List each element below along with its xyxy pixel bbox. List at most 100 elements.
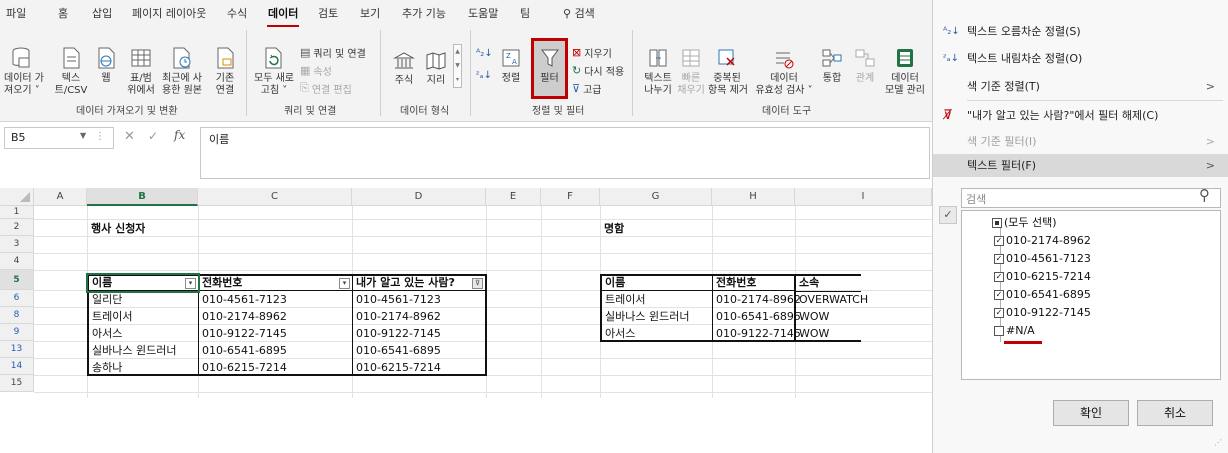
table-cell[interactable]: 아서스 (89, 325, 122, 342)
insert-function-icon[interactable]: fx (174, 128, 185, 142)
table-header-cell[interactable]: 소속 (796, 274, 819, 291)
filter-item[interactable]: ✓ 010-9122-7145 (994, 304, 1091, 322)
table-cell[interactable]: 010-2174-8962 (199, 308, 287, 325)
tab-team[interactable]: 팀 (520, 5, 530, 21)
data-validation-button[interactable]: 데이터 유효성 검사 ˅ (754, 46, 814, 97)
table-cell[interactable]: 010-9122-7145 (713, 325, 801, 342)
filter-active-icon[interactable]: ⊽ (472, 278, 483, 289)
select-all-corner[interactable] (0, 188, 34, 206)
text-to-columns-button[interactable]: 텍스트 나누기 (640, 46, 676, 97)
tab-file[interactable]: 파일 (6, 5, 26, 21)
remove-duplicates-button[interactable]: 중복된 항목 제거 (708, 46, 748, 97)
row-header[interactable]: 6 (0, 290, 34, 307)
table-header-cell[interactable]: 이름 (602, 274, 625, 291)
table-cell[interactable]: 실바나스 윈드러너 (89, 342, 176, 359)
table-header-cell[interactable]: 전화번호 (199, 274, 242, 291)
get-data-button[interactable]: 데이터 가 져오기 ˅ (4, 46, 44, 97)
consolidate-button[interactable]: 통합 (818, 46, 846, 85)
sort-button[interactable]: ZA 정렬 (498, 46, 524, 85)
filter-item[interactable]: ✓ 010-4561-7123 (994, 250, 1091, 268)
filter-button[interactable]: 필터 (531, 38, 568, 99)
menu-sort-descending[interactable]: ᶻₐ↓ 텍스트 내림차순 정렬(O) (933, 47, 1228, 70)
edit-links-button[interactable]: ⎘ 연결 편집 (300, 80, 352, 96)
filter-dropdown-icon[interactable]: ▾ (339, 278, 350, 289)
filter-search-input[interactable]: 검색 (961, 188, 1221, 208)
confirm-entry-icon[interactable]: ✓ (148, 129, 158, 143)
table-cell[interactable]: 아서스 (602, 325, 635, 342)
tab-insert[interactable]: 삽입 (92, 5, 112, 21)
row-header[interactable]: 14 (0, 358, 34, 375)
relationships-button[interactable]: 관계 (852, 46, 878, 85)
data-model-button[interactable]: 데이터 모델 관리 (882, 46, 928, 97)
table-cell[interactable]: 실바나스 윈드러너 (602, 308, 689, 325)
stocks-button[interactable]: 주식 (388, 50, 420, 87)
row-header[interactable]: 13 (0, 341, 34, 358)
table-cell[interactable]: 010-6215-7214 (353, 359, 441, 376)
filter-item-select-all[interactable]: (모두 선택) (992, 214, 1057, 232)
column-header-i[interactable]: I (795, 188, 932, 206)
clear-filter-button[interactable]: ⊠ 지우기 (572, 44, 612, 60)
table-cell[interactable]: 송하나 (89, 359, 122, 376)
column-header-f[interactable]: F (541, 188, 600, 206)
tab-data[interactable]: 데이터 (266, 5, 300, 27)
table-cell[interactable]: OVERWATCH (796, 291, 868, 308)
table-cell[interactable]: 010-6541-6895 (713, 308, 801, 325)
row-header[interactable]: 8 (0, 307, 34, 324)
tab-addins[interactable]: 추가 기능 (402, 5, 446, 21)
data-types-scroll[interactable]: ▲ ▼ ▾ (453, 44, 462, 88)
tab-view[interactable]: 보기 (360, 5, 380, 21)
column-header-g[interactable]: G (600, 188, 712, 206)
advanced-filter-button[interactable]: ⊽ 고급 (572, 80, 601, 96)
tab-home[interactable]: 홈 (58, 5, 68, 21)
row-header[interactable]: 15 (0, 375, 34, 392)
recent-sources-button[interactable]: 최근에 사 용한 원본 (160, 46, 204, 97)
filter-dropdown-icon[interactable]: ▾ (185, 278, 196, 289)
table-cell[interactable]: 일리단 (89, 291, 122, 308)
properties-button[interactable]: ▦ 속성 (300, 62, 332, 78)
cancel-entry-icon[interactable]: ✕ (124, 129, 135, 144)
table-header-cell[interactable]: 전화번호 (713, 274, 756, 291)
table-cell[interactable]: 010-2174-8962 (713, 291, 801, 308)
row-header[interactable]: 3 (0, 236, 34, 253)
tab-page-layout[interactable]: 페이지 레이아웃 (132, 5, 206, 21)
table-header-cell[interactable]: 이름 (89, 274, 112, 291)
table-header-cell[interactable]: 내가 알고 있는 사람? (353, 274, 455, 291)
column-header-d[interactable]: D (352, 188, 486, 206)
from-web-button[interactable]: 웹 (92, 46, 120, 85)
row-header[interactable]: 2 (0, 219, 34, 236)
sort-az-button[interactable]: ᴬ₂↓ (476, 48, 493, 59)
table-cell[interactable]: WOW (796, 325, 829, 342)
sort-za-button[interactable]: ᶻₐ↓ (476, 70, 492, 81)
table-cell[interactable]: 트레이서 (89, 308, 132, 325)
ok-button[interactable]: 확인 (1053, 400, 1129, 426)
title-business-cards[interactable]: 명함 (601, 220, 624, 237)
tab-help[interactable]: 도움말 (468, 5, 498, 21)
refresh-all-button[interactable]: 모두 새로 고침 ˅ (252, 46, 296, 97)
cancel-button[interactable]: 취소 (1137, 400, 1213, 426)
column-header-c[interactable]: C (198, 188, 352, 206)
formula-input[interactable]: 이름 (200, 127, 930, 179)
text-csv-button[interactable]: 텍스 트/CSV (54, 46, 88, 97)
table-cell[interactable]: 010-6541-6895 (199, 342, 287, 359)
table-cell[interactable]: 010-6215-7214 (199, 359, 287, 376)
filter-value-list[interactable]: (모두 선택) ✓ 010-2174-8962 ✓ 010-4561-7123 … (961, 210, 1221, 380)
menu-sort-ascending[interactable]: ᴬ₂↓ 텍스트 오름차순 정렬(S) (933, 20, 1228, 43)
geography-button[interactable]: 지리 (420, 50, 452, 87)
table-cell[interactable]: WOW (796, 308, 829, 325)
reapply-button[interactable]: ↻ 다시 적용 (572, 62, 624, 78)
existing-connections-button[interactable]: 기존 연결 (210, 46, 240, 97)
table-cell[interactable]: 010-9122-7145 (199, 325, 287, 342)
table-cell[interactable]: 010-4561-7123 (353, 291, 441, 308)
row-header[interactable]: 5 (0, 270, 34, 290)
row-header[interactable]: 1 (0, 206, 34, 219)
title-applicants[interactable]: 행사 신청자 (88, 220, 145, 237)
table-cell[interactable]: 트레이서 (602, 291, 645, 308)
menu-text-filters[interactable]: 텍스트 필터(F) > (933, 154, 1228, 177)
menu-filter-by-color[interactable]: 색 기준 필터(I) > (933, 130, 1228, 153)
flash-fill-button[interactable]: 빠른 채우기 (676, 46, 706, 97)
from-table-button[interactable]: 표/범 위에서 (124, 46, 158, 97)
filter-item[interactable]: ✓ 010-6215-7214 (994, 268, 1091, 286)
resize-grip-icon[interactable]: ⋰ (1214, 438, 1222, 447)
table-cell[interactable]: 010-6541-6895 (353, 342, 441, 359)
table-cell[interactable]: 010-4561-7123 (199, 291, 287, 308)
